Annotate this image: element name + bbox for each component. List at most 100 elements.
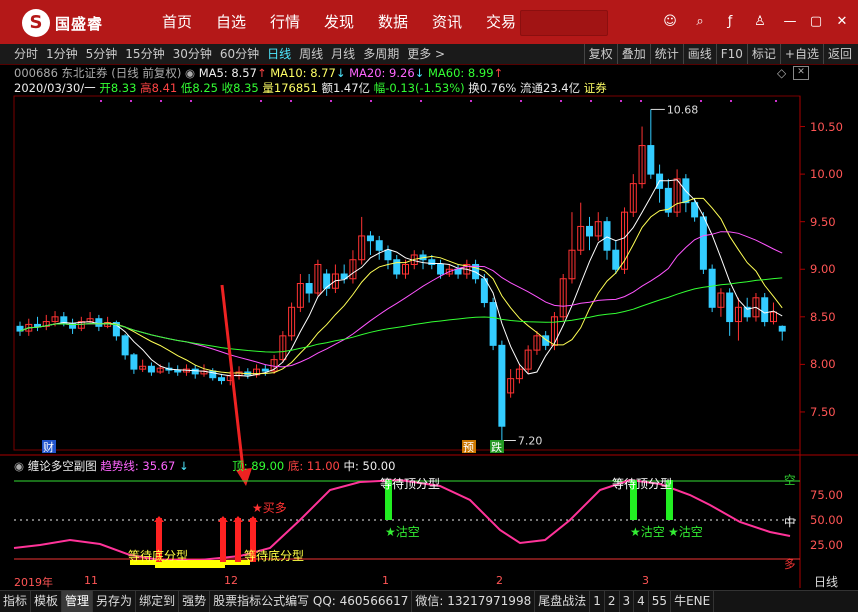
price-tick-10.50: 10.50 bbox=[810, 119, 843, 134]
bottom-tab-6[interactable]: 股票指标公式编写 QQ: 460566617 bbox=[210, 591, 413, 612]
right-mark-top: 空 bbox=[784, 473, 796, 487]
trend-label: 趋势线: 35.67 bbox=[100, 459, 176, 473]
bottom-tab-7[interactable]: 微信: 13217971998 bbox=[412, 591, 536, 612]
sub-tick-75: 75.00 bbox=[810, 488, 843, 502]
month-label-3: 3 bbox=[642, 574, 649, 587]
candle-body bbox=[699, 216, 707, 270]
year-label: 2019年 bbox=[14, 576, 53, 589]
event-dot bbox=[130, 100, 132, 102]
event-dot bbox=[640, 100, 642, 102]
buy-bar-head bbox=[248, 516, 258, 522]
high-annotation: 10.68 bbox=[667, 103, 699, 116]
top-level-label: 顶: 89.00 bbox=[232, 459, 285, 473]
candle-body bbox=[726, 292, 734, 323]
candle-body bbox=[437, 263, 445, 275]
short-label-2: ★沽空 bbox=[630, 525, 665, 539]
bottom-tab-10[interactable]: 2 bbox=[605, 591, 620, 612]
candle-body bbox=[454, 268, 462, 275]
event-dot bbox=[100, 100, 102, 102]
candle-body bbox=[366, 235, 374, 242]
candle-body bbox=[691, 202, 699, 218]
ma-line-60 bbox=[19, 277, 783, 353]
price-tick-8.50: 8.50 bbox=[810, 309, 836, 324]
event-dot bbox=[260, 100, 262, 102]
event-dot bbox=[700, 100, 702, 102]
event-dot bbox=[370, 100, 372, 102]
bottom-tab-14[interactable]: 牛ENE bbox=[671, 591, 715, 612]
bottom-tab-11[interactable]: 3 bbox=[620, 591, 635, 612]
die-badge: 跌 bbox=[491, 440, 502, 454]
candle-body bbox=[375, 240, 383, 251]
price-tick-9.50: 9.50 bbox=[810, 214, 836, 229]
month-label-2: 2 bbox=[496, 574, 503, 587]
wait-top-label-2: 等待顶分型 bbox=[612, 477, 672, 491]
event-dot bbox=[330, 100, 332, 102]
candle-body bbox=[121, 335, 129, 356]
sub-tick-25: 25.00 bbox=[810, 538, 843, 552]
low-annotation: 7.20 bbox=[518, 434, 543, 447]
wait-bottom-label-1: 等待底分型 bbox=[128, 548, 188, 563]
bottom-tab-13[interactable]: 55 bbox=[649, 591, 672, 612]
bottom-zone-2 bbox=[155, 565, 225, 568]
bottom-tab-8[interactable]: 尾盘战法 bbox=[535, 591, 591, 612]
buy-bar-head bbox=[154, 516, 164, 522]
candle-body bbox=[664, 187, 672, 213]
candle-body bbox=[95, 318, 103, 327]
event-dot bbox=[775, 100, 777, 102]
bottom-tab-3[interactable]: 另存为 bbox=[93, 591, 137, 612]
bottom-tab-4[interactable]: 绑定到 bbox=[136, 591, 180, 612]
bottom-tab-0[interactable]: 指标 bbox=[0, 591, 32, 612]
yu-badge: 预 bbox=[463, 441, 474, 454]
candle-body bbox=[218, 377, 226, 382]
candle-body bbox=[130, 354, 138, 370]
buy-bar-head bbox=[233, 516, 243, 522]
price-chart[interactable]: 10.687.20财预跌等待底分型 等待底分型★买多等待顶分型 等待顶分型★沽空 ★沽… bbox=[0, 0, 858, 611]
month-label-12: 12 bbox=[224, 574, 238, 587]
price-tick-7.50: 7.50 bbox=[810, 404, 836, 419]
bottom-tab-5[interactable]: 强势 bbox=[179, 591, 211, 612]
event-dot bbox=[590, 100, 592, 102]
event-dot bbox=[470, 100, 472, 102]
buy-bar-1 bbox=[220, 518, 226, 562]
period-label[interactable]: 日线 bbox=[814, 573, 838, 590]
short-label-3: ★沽空 bbox=[668, 525, 703, 539]
candle-body bbox=[585, 225, 593, 237]
candle-body bbox=[778, 325, 786, 332]
price-frame bbox=[13, 95, 801, 451]
wait-top-label-1: 等待顶分型 bbox=[380, 477, 440, 491]
right-mark-mid: 中 bbox=[784, 515, 796, 529]
event-dot bbox=[560, 100, 562, 102]
candle-body bbox=[34, 323, 42, 327]
candle-body bbox=[603, 221, 611, 251]
price-tick-9.00: 9.00 bbox=[810, 262, 836, 277]
bottom-tab-12[interactable]: 4 bbox=[634, 591, 649, 612]
bottom-tab-2[interactable]: 管理 bbox=[62, 591, 94, 612]
date-axis: 2019年 11 12 1 2 3 bbox=[14, 574, 844, 589]
mid-level-label: 中: 50.00 bbox=[343, 459, 396, 473]
candle-body bbox=[708, 268, 716, 308]
buy-bar-head bbox=[218, 516, 228, 522]
candle-body bbox=[174, 369, 182, 373]
bottom-level-label: 底: 11.00 bbox=[287, 459, 340, 473]
sub-chart-header: ◉ 缠论多空副图 趋势线: 35.67 ↓ 顶: 89.00 底: 11.00 … bbox=[14, 459, 396, 473]
candle-body bbox=[305, 283, 313, 294]
event-dot bbox=[190, 100, 192, 102]
buy-long-label: ★买多 bbox=[252, 501, 287, 515]
wait-bottom-label-2: 等待底分型 bbox=[244, 548, 304, 563]
candle-body bbox=[384, 249, 392, 261]
sub-chart-name: 缠论多空副图 bbox=[27, 459, 97, 473]
buy-arrow bbox=[220, 284, 246, 479]
buy-bar-2 bbox=[235, 518, 241, 562]
ma-line-20 bbox=[19, 231, 783, 368]
trend-line bbox=[13, 478, 791, 561]
candle-body bbox=[393, 259, 401, 275]
event-dot bbox=[290, 100, 292, 102]
event-dot bbox=[420, 100, 422, 102]
candle-body bbox=[261, 368, 269, 372]
sub-settings-icon[interactable]: ◉ bbox=[14, 459, 28, 473]
candle-body bbox=[191, 368, 199, 375]
candle-body bbox=[498, 344, 506, 427]
candle-body bbox=[647, 145, 655, 175]
bottom-tab-9[interactable]: 1 bbox=[590, 591, 605, 612]
bottom-tab-1[interactable]: 模板 bbox=[31, 591, 63, 612]
